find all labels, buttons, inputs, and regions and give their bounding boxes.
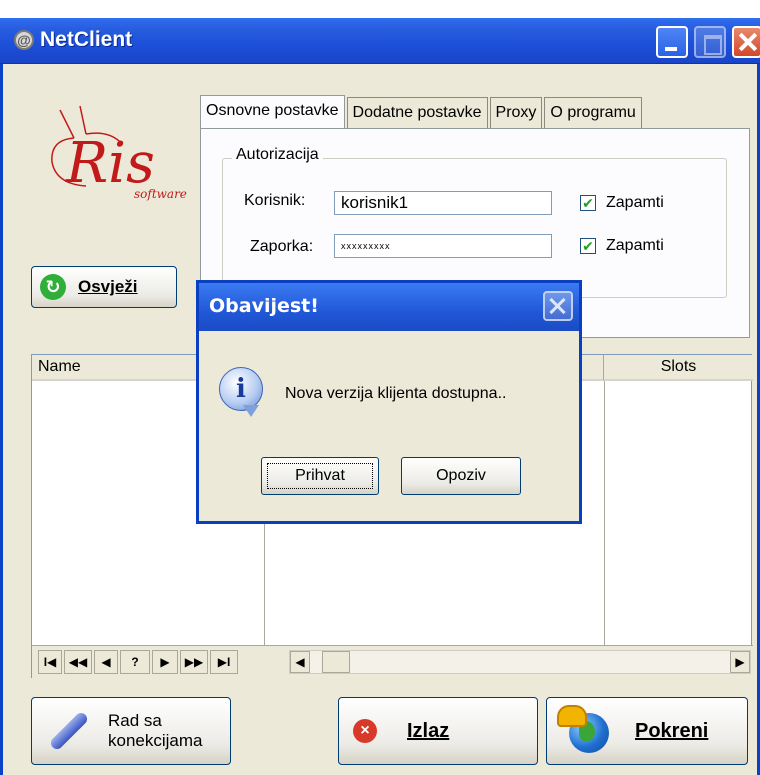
title-bar[interactable]: @ NetClient xyxy=(0,18,760,64)
dialog-title-bar[interactable]: Obavijest! xyxy=(199,283,579,331)
nav-first-button[interactable]: I◀ xyxy=(38,650,62,674)
nav-help-button[interactable]: ? xyxy=(120,650,150,674)
user-label: Korisnik: xyxy=(244,192,306,209)
exit-button[interactable]: × Izlaz xyxy=(338,697,538,765)
remember-user-checkbox[interactable]: ✔ xyxy=(580,195,596,211)
password-input[interactable]: xxxxxxxxx xyxy=(334,234,552,258)
user-input[interactable]: korisnik1 xyxy=(334,191,552,215)
app-icon: @ xyxy=(14,30,34,50)
dialog-close-button[interactable] xyxy=(543,291,573,321)
grid-navigator: I◀ ◀◀ ◀ ? ▶ ▶▶ ▶I ◀ ▶ xyxy=(32,645,753,678)
auth-legend: Autorizacija xyxy=(232,146,323,164)
tab-basic-settings[interactable]: Osnovne postavke xyxy=(200,95,345,129)
maximize-button[interactable] xyxy=(694,26,726,58)
notice-dialog: Obavijest! i Nova verzija klijenta dostu… xyxy=(196,280,582,524)
globe-phone-icon xyxy=(557,703,613,759)
connections-button[interactable]: Rad sa konekcijama xyxy=(31,697,231,765)
accept-button[interactable]: Prihvat xyxy=(261,457,379,495)
pass-label: Zaporka: xyxy=(250,238,314,255)
close-circle-icon: × xyxy=(353,719,377,743)
close-button[interactable] xyxy=(732,26,760,58)
auth-groupbox xyxy=(222,158,727,298)
column-header-slots[interactable]: Slots xyxy=(604,355,753,381)
start-label: Pokreni xyxy=(635,719,709,742)
refresh-icon: ↻ xyxy=(40,274,66,300)
connections-label: Rad sa konekcijama xyxy=(108,711,203,751)
start-button[interactable]: Pokreni xyxy=(546,697,748,765)
nav-prior-page-button[interactable]: ◀◀ xyxy=(64,650,92,674)
dialog-message: Nova verzija klijenta dostupna.. xyxy=(285,385,507,402)
column-divider xyxy=(604,381,605,645)
nav-next-page-button[interactable]: ▶▶ xyxy=(180,650,208,674)
minimize-button[interactable] xyxy=(656,26,688,58)
tab-advanced-settings[interactable]: Dodatne postavke xyxy=(346,97,488,129)
scroll-left-button[interactable]: ◀ xyxy=(290,651,310,673)
tab-about[interactable]: O programu xyxy=(544,97,642,129)
scroll-thumb[interactable] xyxy=(322,651,350,673)
dialog-title: Obavijest! xyxy=(209,295,319,317)
top-strip xyxy=(0,0,760,18)
exit-label: Izlaz xyxy=(407,719,450,742)
nav-prior-button[interactable]: ◀ xyxy=(94,650,118,674)
cable-icon xyxy=(42,707,90,755)
logo-sub: software xyxy=(134,187,187,201)
nav-last-button[interactable]: ▶I xyxy=(210,650,238,674)
window-title: NetClient xyxy=(40,28,133,51)
refresh-button[interactable]: ↻ Osvježi xyxy=(31,266,177,308)
scroll-right-button[interactable]: ▶ xyxy=(730,651,750,673)
cancel-button[interactable]: Opoziv xyxy=(401,457,521,495)
horizontal-scrollbar[interactable]: ◀ ▶ xyxy=(289,650,751,674)
tab-strip: Osnovne postavke Dodatne postavke Proxy … xyxy=(200,95,644,129)
connections-label-line2: konekcijama xyxy=(108,731,203,750)
info-icon-tail xyxy=(243,405,259,417)
remember-pass-checkbox[interactable]: ✔ xyxy=(580,238,596,254)
refresh-label: Osvježi xyxy=(78,277,138,296)
ris-software-logo: Ris software xyxy=(51,105,187,201)
connections-label-line1: Rad sa xyxy=(108,711,162,730)
tab-proxy[interactable]: Proxy xyxy=(489,97,543,129)
remember-pass-label: Zapamti xyxy=(606,237,664,254)
remember-user-label: Zapamti xyxy=(606,194,664,211)
nav-next-button[interactable]: ▶ xyxy=(152,650,178,674)
